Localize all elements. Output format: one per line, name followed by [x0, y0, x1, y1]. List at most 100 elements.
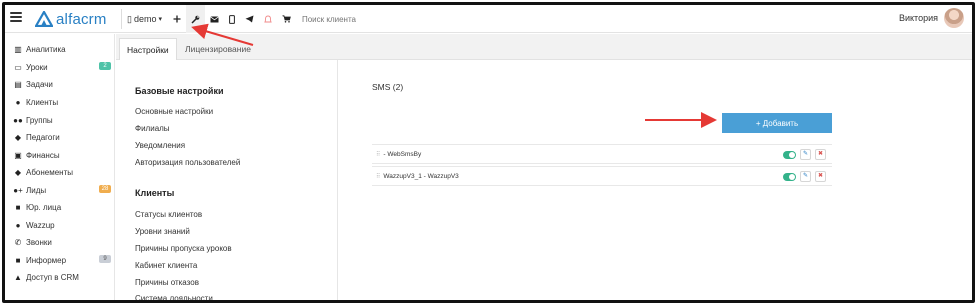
list-item: ⠿ - WebSmsBy ✎ ✖	[372, 144, 832, 164]
org-selector[interactable]: ▯ demo ▾	[127, 5, 168, 33]
section-heading-clients: Клиенты	[135, 188, 175, 198]
bell-icon[interactable]	[259, 5, 277, 33]
mail-icon[interactable]	[205, 5, 224, 33]
sidebar-item-groups[interactable]: ●● Группы	[13, 112, 113, 128]
sidebar-item-teachers[interactable]: ◆ Педагоги	[13, 129, 113, 145]
sidebar-item-label: Лиды	[26, 185, 47, 195]
link-loyalty-system[interactable]: Система лояльности	[135, 294, 213, 300]
client-search-input[interactable]	[301, 14, 422, 24]
sidebar-item-subscriptions[interactable]: ◆ Абонементы	[13, 164, 113, 180]
tasks-icon: ▤	[14, 79, 22, 89]
delete-icon[interactable]: ✖	[815, 171, 826, 182]
phone-call-icon: ✆	[14, 237, 22, 247]
sidebar-item-leads[interactable]: ●+ Лиды 28	[13, 182, 113, 198]
sidebar-item-label: Wazzup	[26, 220, 55, 230]
chat-icon: ●	[15, 220, 21, 230]
calendar-icon: ▭	[14, 62, 22, 72]
sidebar-item-label: Аналитика	[26, 44, 66, 54]
informer-badge: 9	[99, 255, 111, 263]
drag-handle-icon[interactable]: ⠿	[376, 173, 380, 180]
sidebar-item-label: Клиенты	[26, 97, 59, 107]
link-refusal-reasons[interactable]: Причины отказов	[135, 278, 199, 287]
sidebar-item-label: Финансы	[26, 150, 60, 160]
sidebar-item-lessons[interactable]: ▭ Уроки 2	[13, 59, 113, 75]
lessons-badge: 2	[99, 62, 111, 70]
user-plus-icon: ●+	[13, 185, 23, 195]
sidebar-item-label: Абонементы	[26, 167, 74, 177]
sidebar-item-label: Уроки	[26, 62, 48, 72]
money-icon: ▣	[14, 150, 22, 160]
toolbar: ▯ demo ▾	[127, 5, 422, 33]
link-client-statuses[interactable]: Статусы клиентов	[135, 210, 202, 219]
avatar[interactable]	[944, 8, 964, 28]
provider-name: - WebSmsBy	[383, 150, 422, 158]
edit-icon[interactable]: ✎	[800, 149, 811, 160]
sidebar-item-label: Педагоги	[26, 132, 60, 142]
sidebar-item-label: Звонки	[26, 237, 52, 247]
app-window: alfacrm ▯ demo ▾ Поиск клиента Виктория …	[2, 2, 975, 303]
enable-toggle[interactable]	[783, 151, 796, 159]
sidebar-item-label: Задачи	[26, 79, 53, 89]
sidebar-item-label: Информер	[26, 255, 67, 265]
phone-icon[interactable]	[224, 5, 240, 33]
graduation-cap-icon: ◆	[14, 132, 22, 142]
sidebar-item-label: Группы	[26, 115, 53, 125]
sidebar-item-analytics[interactable]: ▥ Аналитика	[13, 41, 113, 57]
tab-licensing[interactable]: Лицензирование	[178, 38, 258, 60]
tag-icon: ◆	[14, 167, 22, 177]
page-title: SMS (2)	[372, 82, 404, 92]
sidebar-item-legal-entities[interactable]: ■ Юр. лица	[13, 199, 113, 215]
link-branches[interactable]: Филиалы	[135, 124, 170, 133]
enable-toggle[interactable]	[783, 173, 796, 181]
provider-name: WazzupV3_1 - WazzupV3	[383, 172, 459, 180]
link-user-authorization[interactable]: Авторизация пользователей	[135, 158, 240, 167]
informer-icon: ■	[15, 255, 21, 265]
sidebar-item-clients[interactable]: ● Клиенты	[13, 94, 113, 110]
section-heading-basic: Базовые настройки	[135, 86, 224, 96]
tab-settings[interactable]: Настройки	[119, 38, 177, 60]
list-item: ⠿ WazzupV3_1 - WazzupV3 ✎ ✖	[372, 166, 832, 186]
analytics-icon: ▥	[14, 44, 22, 54]
chevron-down-icon: ▾	[158, 16, 162, 23]
sidebar-item-informer[interactable]: ■ Информер 9	[13, 252, 113, 268]
settings-menu: Базовые настройки Основные настройки Фил…	[116, 60, 338, 300]
link-main-settings[interactable]: Основные настройки	[135, 107, 213, 116]
group-icon: ●●	[13, 115, 23, 125]
tabs-bar: Настройки Лицензирование	[116, 34, 972, 60]
sidebar-item-finance[interactable]: ▣ Финансы	[13, 147, 113, 163]
add-button[interactable]: + Добавить	[722, 113, 832, 133]
logo-icon	[35, 11, 53, 27]
building-icon: ▯	[127, 13, 132, 24]
link-knowledge-levels[interactable]: Уровни знаний	[135, 227, 190, 236]
menu-hamburger-icon[interactable]	[10, 12, 22, 22]
user-name: Виктория	[898, 13, 938, 23]
sidebar-item-crm-access[interactable]: ▲ Доступ в CRM	[13, 269, 113, 285]
divider	[121, 9, 122, 29]
lock-icon: ▲	[14, 272, 22, 282]
link-absence-reasons[interactable]: Причины пропуска уроков	[135, 244, 232, 253]
user-icon: ●	[15, 97, 21, 107]
sidebar-item-tasks[interactable]: ▤ Задачи	[13, 76, 113, 92]
telegram-icon[interactable]	[240, 5, 259, 33]
delete-icon[interactable]: ✖	[815, 149, 826, 160]
org-name: demo	[133, 14, 157, 24]
sms-settings-panel: SMS (2) + Добавить ⠿ - WebSmsBy ✎ ✖ ⠿ Wa…	[339, 60, 972, 300]
row-actions: ✎ ✖	[783, 171, 826, 182]
sidebar-item-label: Юр. лица	[26, 202, 62, 212]
plus-icon[interactable]	[168, 5, 186, 33]
user-menu[interactable]: Виктория	[899, 8, 964, 28]
link-notifications[interactable]: Уведомления	[135, 141, 185, 150]
top-bar: alfacrm ▯ demo ▾ Поиск клиента Виктория	[5, 5, 972, 33]
sidebar-item-wazzup[interactable]: ● Wazzup	[13, 217, 113, 233]
link-client-cabinet[interactable]: Кабинет клиента	[135, 261, 197, 270]
edit-icon[interactable]: ✎	[800, 171, 811, 182]
drag-handle-icon[interactable]: ⠿	[376, 151, 380, 158]
wrench-icon[interactable]	[185, 5, 205, 33]
logo[interactable]: alfacrm	[35, 10, 107, 28]
sidebar-item-calls[interactable]: ✆ Звонки	[13, 234, 113, 250]
sidebar-item-label: Доступ в CRM	[26, 272, 79, 282]
cart-icon[interactable]	[277, 5, 296, 33]
briefcase-icon: ■	[15, 202, 21, 212]
row-actions: ✎ ✖	[783, 149, 826, 160]
sidebar: ▥ Аналитика ▭ Уроки 2 ▤ Задачи ● Клиенты…	[5, 34, 115, 300]
